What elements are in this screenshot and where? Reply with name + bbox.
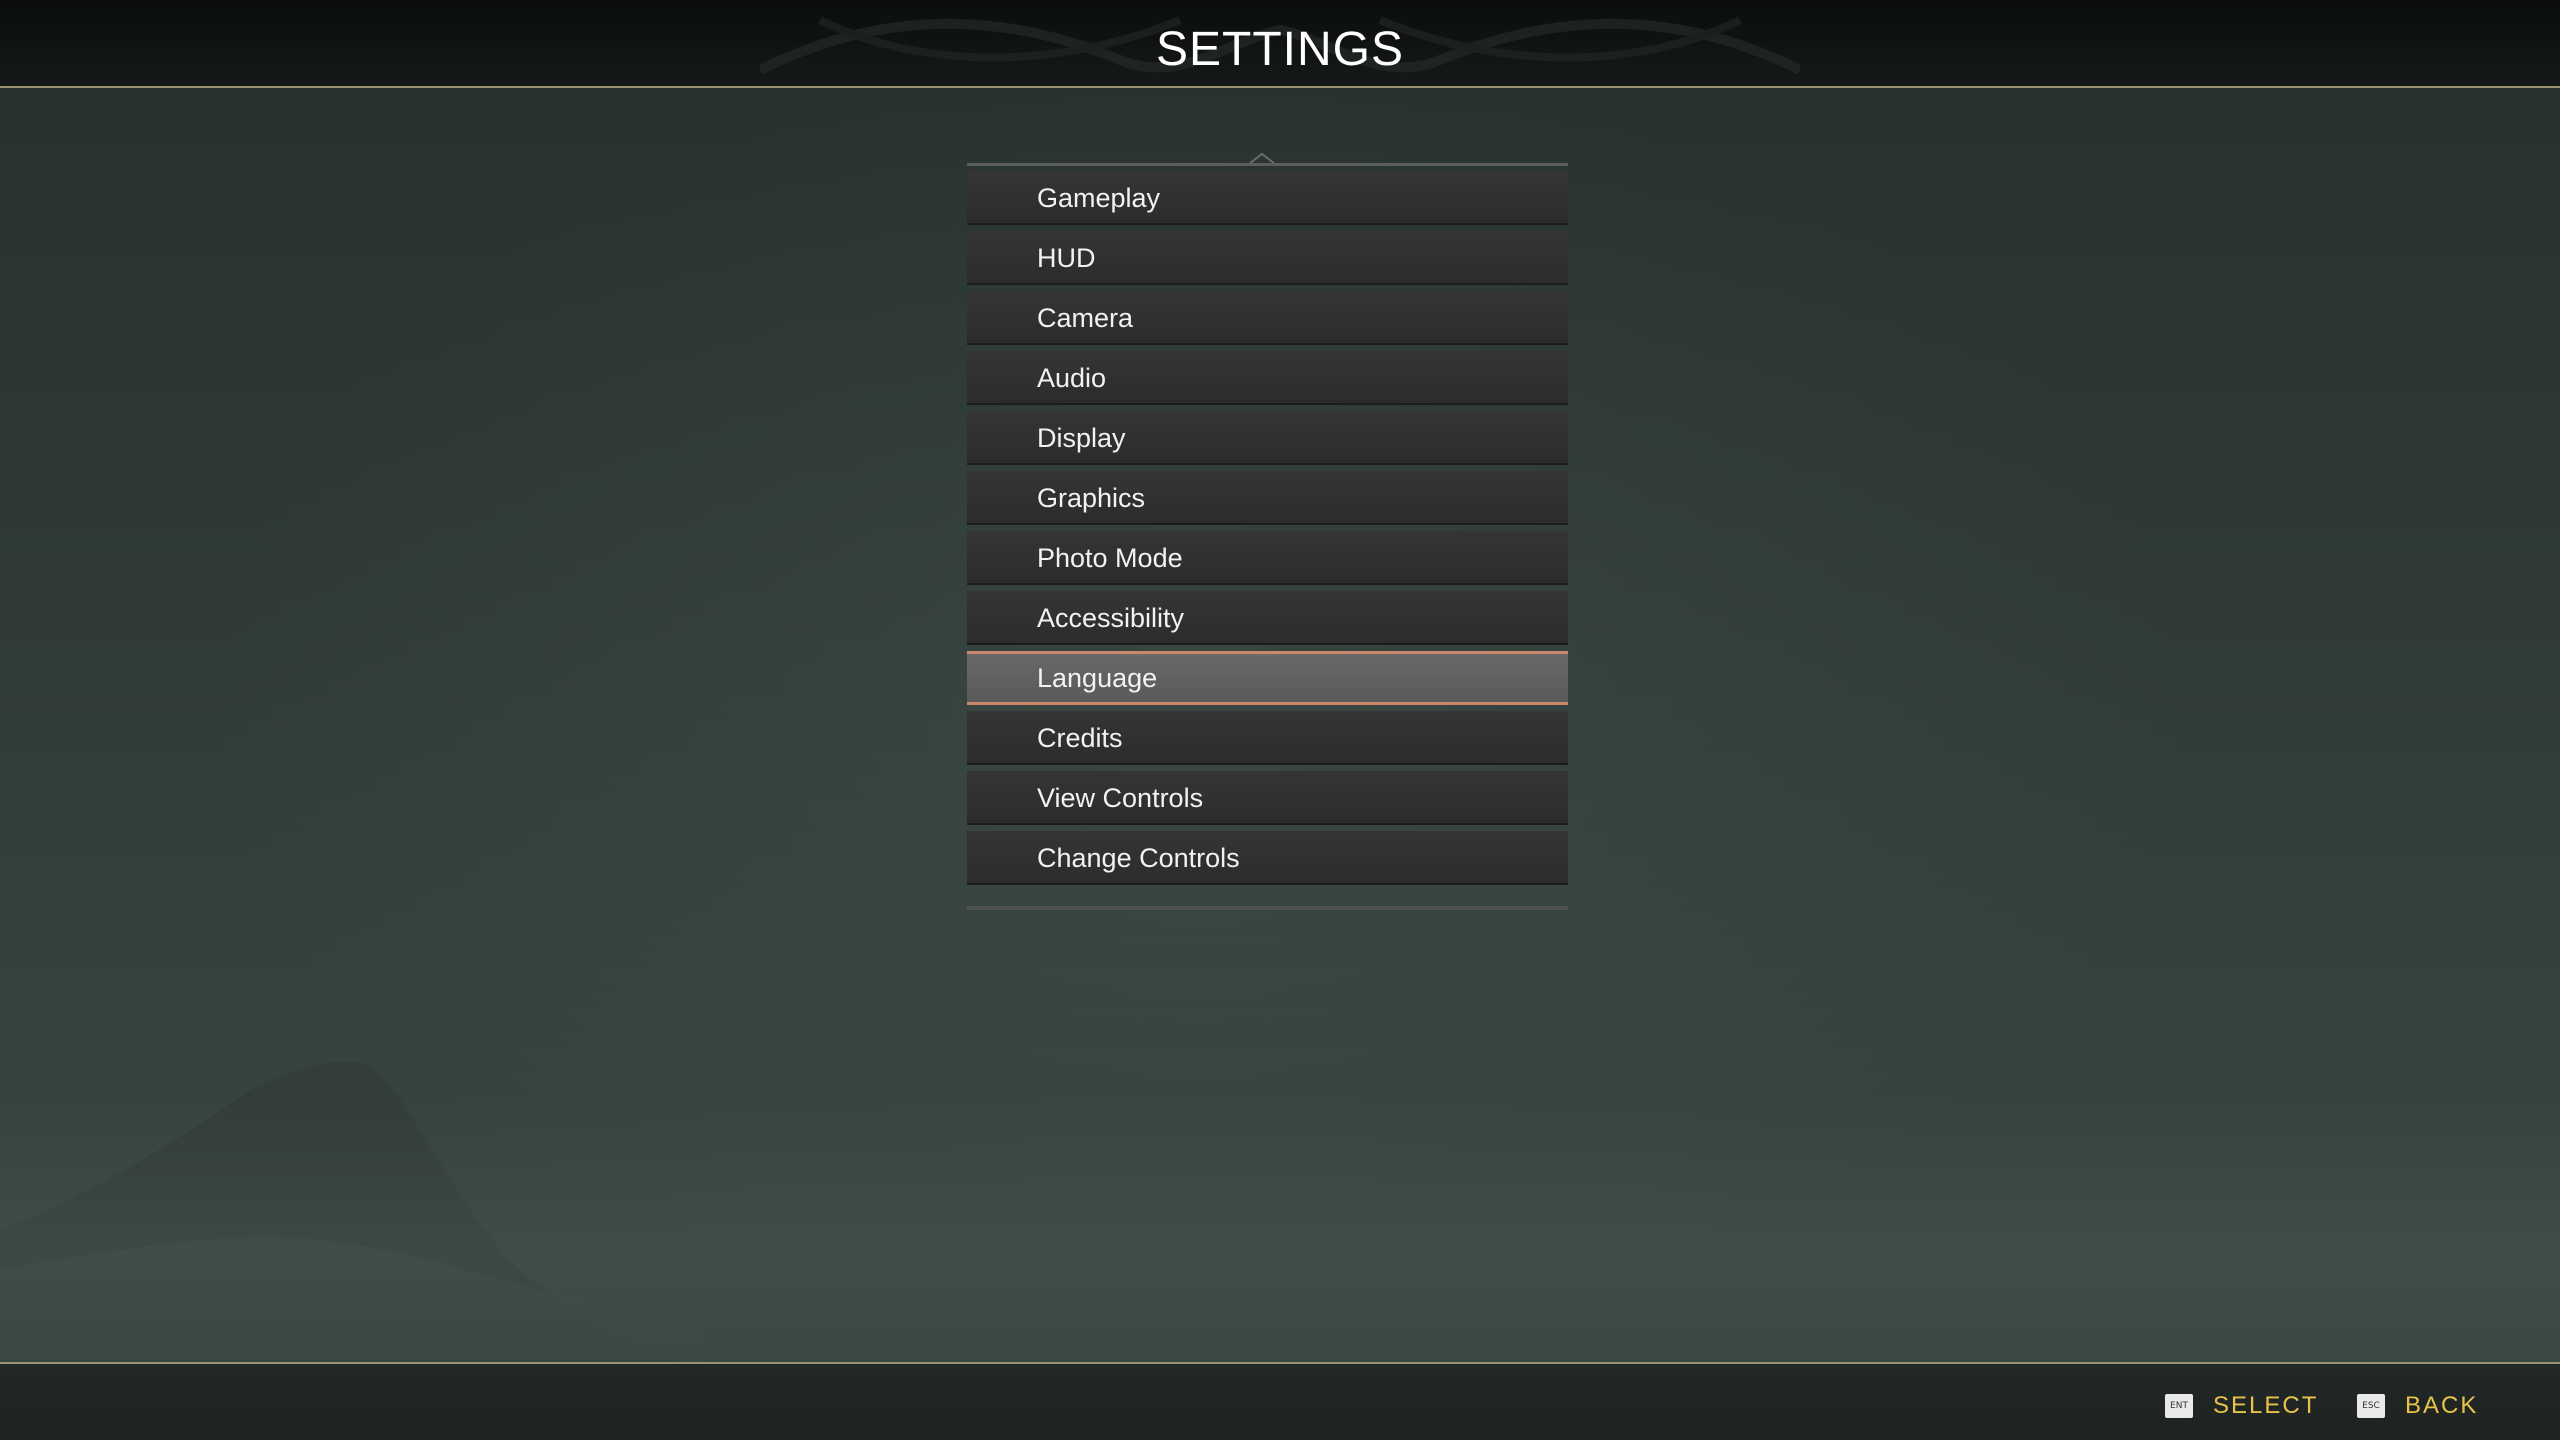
menu-item-photo-mode[interactable]: Photo Mode <box>967 531 1568 585</box>
menu-item-audio[interactable]: Audio <box>967 351 1568 405</box>
menu-top-divider <box>967 163 1568 166</box>
menu-item-gameplay[interactable]: Gameplay <box>967 171 1568 225</box>
menu-item-label: Audio <box>1037 363 1107 393</box>
enter-key-icon: ENT <box>2165 1394 2193 1418</box>
menu-item-accessibility[interactable]: Accessibility <box>967 591 1568 645</box>
menu-item-language[interactable]: Language <box>967 651 1568 705</box>
menu-item-label: View Controls <box>1037 783 1204 813</box>
menu-item-label: Language <box>1037 663 1158 693</box>
select-prompt-label: SELECT <box>2213 1392 2319 1419</box>
menu-item-label: HUD <box>1037 243 1096 273</box>
menu-item-hud[interactable]: HUD <box>967 231 1568 285</box>
menu-item-display[interactable]: Display <box>967 411 1568 465</box>
page-title: SETTINGS <box>1155 23 1405 76</box>
menu-item-label: Credits <box>1037 723 1123 753</box>
menu-list: Gameplay HUD Camera Audio Display Graphi… <box>967 171 1568 891</box>
fog-overlay <box>0 1100 2560 1360</box>
menu-item-label: Change Controls <box>1037 843 1240 873</box>
menu-item-camera[interactable]: Camera <box>967 291 1568 345</box>
escape-key-icon: ESC <box>2357 1394 2385 1418</box>
back-prompt-button[interactable]: ESC BACK <box>2357 1390 2478 1422</box>
back-prompt-label: BACK <box>2405 1392 2479 1419</box>
menu-item-credits[interactable]: Credits <box>967 711 1568 765</box>
select-prompt-button[interactable]: ENT SELECT <box>2165 1390 2318 1422</box>
menu-item-label: Gameplay <box>1037 183 1161 213</box>
menu-item-view-controls[interactable]: View Controls <box>967 771 1568 825</box>
menu-bottom-divider <box>967 906 1568 910</box>
menu-item-label: Display <box>1037 423 1126 453</box>
menu-item-graphics[interactable]: Graphics <box>967 471 1568 525</box>
menu-item-label: Camera <box>1037 303 1134 333</box>
header-bar: SETTINGS <box>0 0 2560 88</box>
menu-item-label: Photo Mode <box>1037 543 1183 573</box>
footer-bar: ENT SELECT ESC BACK <box>0 1362 2560 1440</box>
menu-item-label: Accessibility <box>1037 603 1185 633</box>
settings-menu: Gameplay HUD Camera Audio Display Graphi… <box>967 152 1568 911</box>
game-screen: SETTINGS Gameplay HUD Camera Audio Displ… <box>0 0 2560 1440</box>
menu-item-change-controls[interactable]: Change Controls <box>967 831 1568 885</box>
menu-item-label: Graphics <box>1037 483 1146 513</box>
